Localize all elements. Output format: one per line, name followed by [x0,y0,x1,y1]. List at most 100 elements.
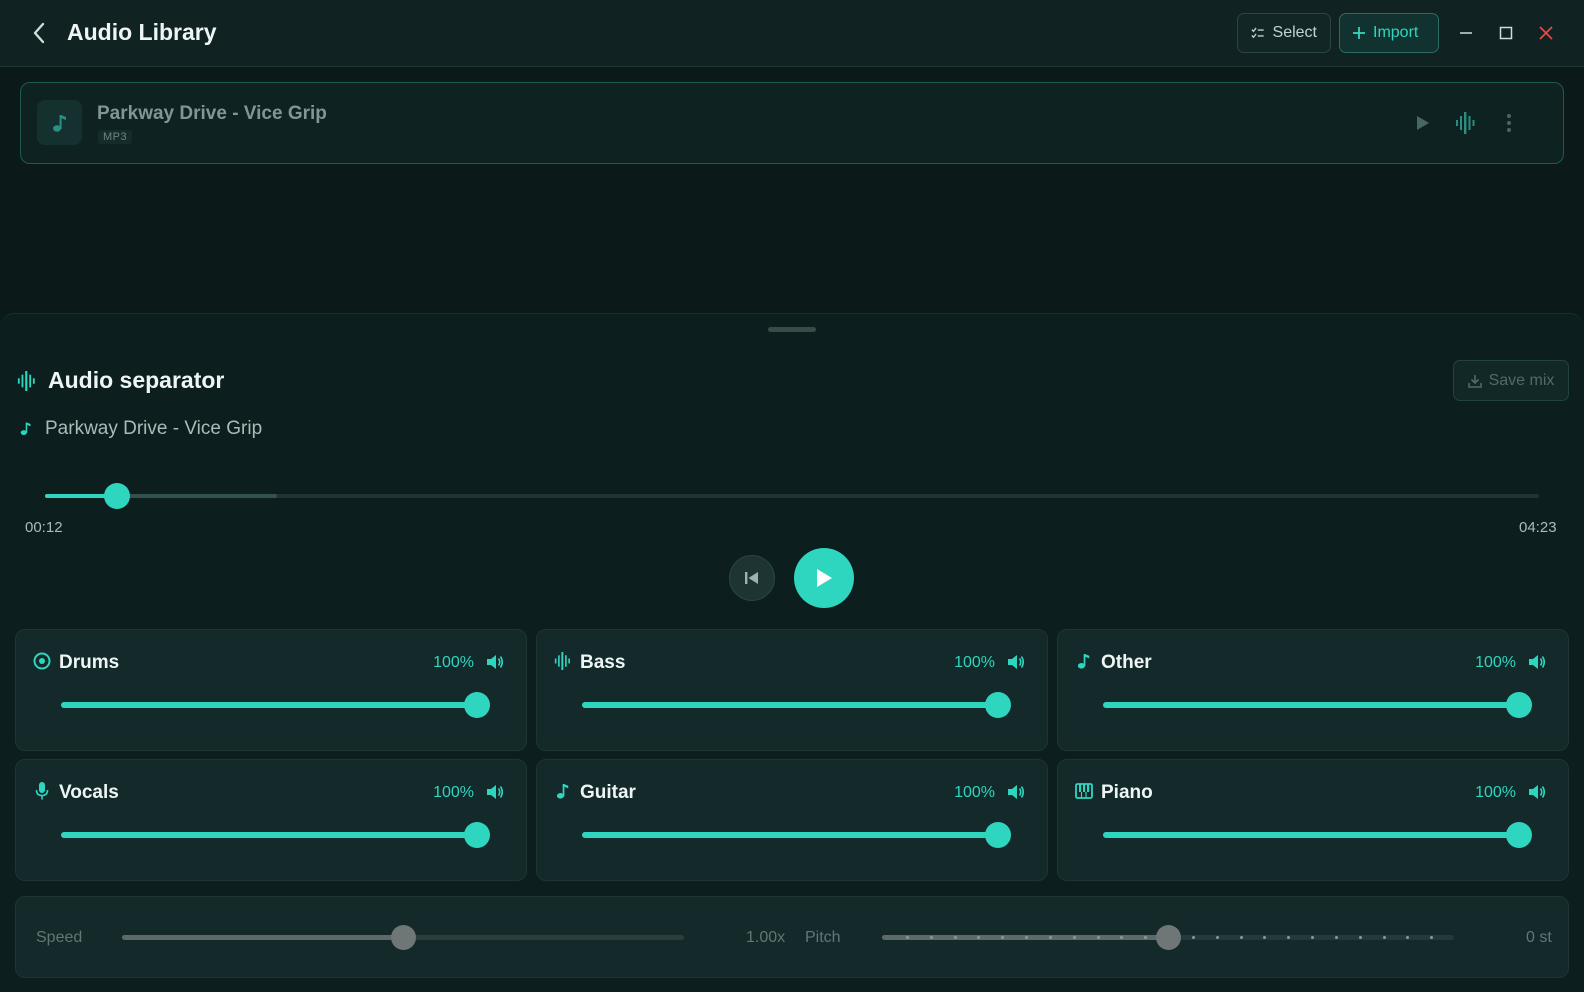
stem-slider-handle[interactable] [985,692,1011,718]
track-item[interactable]: Parkway Drive - Vice Grip MP3 [20,82,1564,164]
stem-slider-handle[interactable] [1506,692,1532,718]
pitch-tick [1358,936,1362,939]
select-label: Select [1272,24,1317,41]
skip-back-icon [745,572,758,584]
stem-volume-slider[interactable] [61,692,490,718]
maximize-button[interactable] [1492,19,1520,47]
stem-slider-fill [61,832,477,838]
track-play-button[interactable] [1410,110,1436,136]
stem-card-other: Other 100% [1057,629,1569,751]
minimize-icon [1460,32,1472,34]
track-more-button[interactable] [1496,110,1522,136]
stem-mute-button[interactable] [1005,651,1027,673]
stem-mute-button[interactable] [1005,781,1027,803]
play-icon [817,569,832,587]
seek-handle[interactable] [103,483,130,509]
stem-mute-button[interactable] [1526,781,1548,803]
stem-slider-fill [1103,832,1519,838]
stem-card-bass: Bass 100% [536,629,1048,751]
maximize-icon [1499,26,1513,40]
format-badge: MP3 [98,130,133,144]
pitch-slider[interactable] [882,925,1454,950]
stem-volume-slider[interactable] [61,822,490,848]
waveform-icon [1456,112,1475,134]
volume-icon [487,785,504,799]
stem-slider-handle[interactable] [464,692,490,718]
minimize-button[interactable] [1452,19,1480,47]
music-note-icon [52,114,66,132]
stem-slider-handle[interactable] [1506,822,1532,848]
import-button[interactable]: Import [1339,13,1439,53]
save-mix-button[interactable]: Save mix [1453,360,1569,401]
pitch-tick [1406,936,1410,939]
stem-volume-slider[interactable] [1103,822,1532,848]
speed-slider-handle[interactable] [391,925,416,950]
sheet-drag-handle[interactable] [768,327,816,332]
pitch-tick [929,936,933,939]
skip-back-button[interactable] [729,555,775,601]
volume-icon [1529,655,1546,669]
audio-separator-sheet: Audio separator Save mix Parkway Drive -… [0,313,1584,992]
pitch-tick [1287,936,1291,939]
current-time: 00:12 [25,519,63,536]
play-button[interactable] [794,548,854,608]
stem-name: Bass [580,652,626,673]
back-button[interactable] [26,20,52,46]
stem-volume-percent: 100% [1475,784,1516,801]
stem-card-piano: Piano 100% [1057,759,1569,881]
pitch-tick [953,936,957,939]
pitch-slider-handle[interactable] [1156,925,1181,950]
stem-slider-handle[interactable] [464,822,490,848]
checklist-icon [1251,27,1264,39]
track-separate-button[interactable] [1453,110,1479,136]
volume-icon [1529,785,1546,799]
speed-label: Speed [36,929,83,946]
pitch-tick [1072,936,1076,939]
piano-icon [1074,781,1094,801]
stem-volume-percent: 100% [1475,654,1516,671]
stem-slider-handle[interactable] [985,822,1011,848]
stem-volume-slider[interactable] [582,822,1011,848]
pitch-tick [1215,936,1219,939]
stem-volume-slider[interactable] [1103,692,1532,718]
microphone-icon [32,781,52,801]
stem-mute-button[interactable] [484,651,506,673]
seek-slider[interactable] [45,483,1539,509]
chevron-left-icon [33,22,45,44]
pitch-tick [1191,936,1195,939]
volume-icon [1008,785,1025,799]
import-label: Import [1373,24,1419,41]
pitch-tick [1096,936,1100,939]
disc-icon [32,651,52,671]
stem-mute-button[interactable] [484,781,506,803]
stem-name: Vocals [59,782,119,803]
stem-name: Drums [59,652,120,673]
pitch-tick [1048,936,1052,939]
stem-name: Guitar [580,782,636,803]
stem-card-vocals: Vocals 100% [15,759,527,881]
pitch-tick [1025,936,1028,939]
download-icon [1467,374,1482,388]
page-title: Audio Library [67,19,217,45]
speed-pitch-panel: Speed 1.00x Pitch 0 st [15,896,1569,978]
separator-title: Audio separator [48,367,225,393]
speed-value: 1.00x [746,929,786,946]
track-thumbnail [37,100,82,145]
close-button[interactable] [1532,19,1560,47]
stem-name: Other [1101,652,1152,673]
track-title: Parkway Drive - Vice Grip [97,103,327,124]
stem-slider-fill [582,702,998,708]
title-bar: Audio Library Select Import [0,0,1584,67]
select-button[interactable]: Select [1237,13,1331,53]
pitch-label: Pitch [805,929,841,946]
stem-mute-button[interactable] [1526,651,1548,673]
volume-icon [487,655,504,669]
stem-volume-percent: 100% [433,654,474,671]
stem-volume-slider[interactable] [582,692,1011,718]
plus-icon [1353,27,1365,39]
pitch-tick [1311,936,1314,939]
pitch-tick [1382,936,1386,939]
app-window: Audio Library Select Import Parkway Driv… [0,0,1584,992]
pitch-tick [1263,936,1267,939]
speed-slider[interactable] [122,925,684,950]
